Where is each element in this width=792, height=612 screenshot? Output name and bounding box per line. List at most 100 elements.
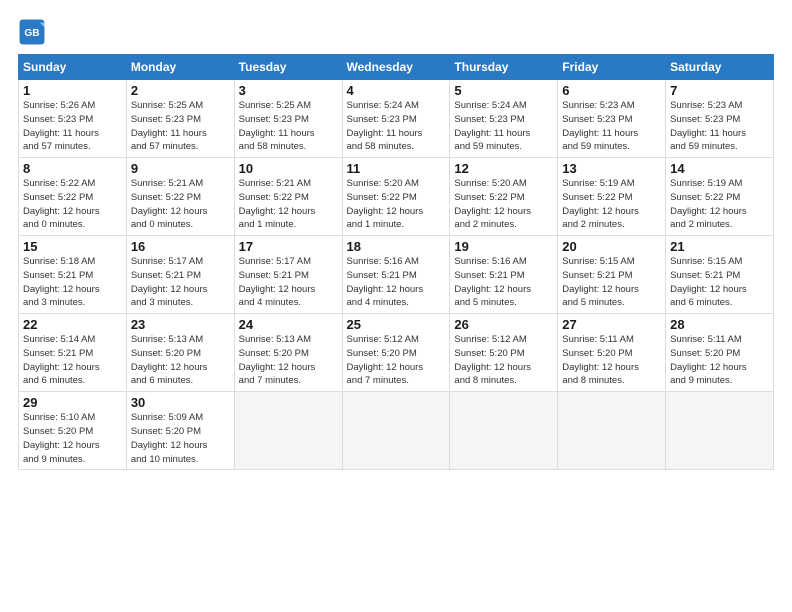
col-header-tuesday: Tuesday	[234, 55, 342, 80]
calendar-cell: 28Sunrise: 5:11 AM Sunset: 5:20 PM Dayli…	[666, 314, 774, 392]
calendar-cell: 19Sunrise: 5:16 AM Sunset: 5:21 PM Dayli…	[450, 236, 558, 314]
day-info: Sunrise: 5:20 AM Sunset: 5:22 PM Dayligh…	[454, 177, 553, 232]
svg-text:GB: GB	[24, 28, 39, 39]
day-info: Sunrise: 5:14 AM Sunset: 5:21 PM Dayligh…	[23, 333, 122, 388]
day-number: 24	[239, 317, 338, 332]
day-info: Sunrise: 5:23 AM Sunset: 5:23 PM Dayligh…	[562, 99, 661, 154]
day-number: 1	[23, 83, 122, 98]
calendar-cell: 16Sunrise: 5:17 AM Sunset: 5:21 PM Dayli…	[126, 236, 234, 314]
calendar-cell: 21Sunrise: 5:15 AM Sunset: 5:21 PM Dayli…	[666, 236, 774, 314]
calendar-cell: 13Sunrise: 5:19 AM Sunset: 5:22 PM Dayli…	[558, 158, 666, 236]
day-number: 4	[347, 83, 446, 98]
calendar-cell: 11Sunrise: 5:20 AM Sunset: 5:22 PM Dayli…	[342, 158, 450, 236]
header-row: GB	[18, 18, 774, 46]
day-info: Sunrise: 5:17 AM Sunset: 5:21 PM Dayligh…	[239, 255, 338, 310]
calendar-cell: 4Sunrise: 5:24 AM Sunset: 5:23 PM Daylig…	[342, 80, 450, 158]
col-header-thursday: Thursday	[450, 55, 558, 80]
col-header-saturday: Saturday	[666, 55, 774, 80]
day-number: 10	[239, 161, 338, 176]
day-number: 28	[670, 317, 769, 332]
col-header-friday: Friday	[558, 55, 666, 80]
calendar-cell: 7Sunrise: 5:23 AM Sunset: 5:23 PM Daylig…	[666, 80, 774, 158]
day-info: Sunrise: 5:11 AM Sunset: 5:20 PM Dayligh…	[562, 333, 661, 388]
day-info: Sunrise: 5:16 AM Sunset: 5:21 PM Dayligh…	[347, 255, 446, 310]
day-number: 19	[454, 239, 553, 254]
week-row-2: 8Sunrise: 5:22 AM Sunset: 5:22 PM Daylig…	[19, 158, 774, 236]
calendar-cell: 8Sunrise: 5:22 AM Sunset: 5:22 PM Daylig…	[19, 158, 127, 236]
col-header-wednesday: Wednesday	[342, 55, 450, 80]
calendar-cell	[666, 392, 774, 470]
week-row-4: 22Sunrise: 5:14 AM Sunset: 5:21 PM Dayli…	[19, 314, 774, 392]
day-info: Sunrise: 5:22 AM Sunset: 5:22 PM Dayligh…	[23, 177, 122, 232]
day-number: 23	[131, 317, 230, 332]
day-number: 14	[670, 161, 769, 176]
calendar-cell: 23Sunrise: 5:13 AM Sunset: 5:20 PM Dayli…	[126, 314, 234, 392]
calendar-cell: 5Sunrise: 5:24 AM Sunset: 5:23 PM Daylig…	[450, 80, 558, 158]
col-header-sunday: Sunday	[19, 55, 127, 80]
day-info: Sunrise: 5:15 AM Sunset: 5:21 PM Dayligh…	[562, 255, 661, 310]
day-number: 7	[670, 83, 769, 98]
day-number: 12	[454, 161, 553, 176]
day-number: 8	[23, 161, 122, 176]
day-info: Sunrise: 5:25 AM Sunset: 5:23 PM Dayligh…	[239, 99, 338, 154]
calendar-cell: 9Sunrise: 5:21 AM Sunset: 5:22 PM Daylig…	[126, 158, 234, 236]
day-info: Sunrise: 5:26 AM Sunset: 5:23 PM Dayligh…	[23, 99, 122, 154]
day-info: Sunrise: 5:09 AM Sunset: 5:20 PM Dayligh…	[131, 411, 230, 466]
logo-icon: GB	[18, 18, 46, 46]
calendar-cell: 26Sunrise: 5:12 AM Sunset: 5:20 PM Dayli…	[450, 314, 558, 392]
col-header-monday: Monday	[126, 55, 234, 80]
day-number: 20	[562, 239, 661, 254]
day-number: 18	[347, 239, 446, 254]
day-info: Sunrise: 5:21 AM Sunset: 5:22 PM Dayligh…	[131, 177, 230, 232]
week-row-5: 29Sunrise: 5:10 AM Sunset: 5:20 PM Dayli…	[19, 392, 774, 470]
day-number: 9	[131, 161, 230, 176]
day-info: Sunrise: 5:13 AM Sunset: 5:20 PM Dayligh…	[239, 333, 338, 388]
calendar-cell	[234, 392, 342, 470]
day-number: 21	[670, 239, 769, 254]
day-info: Sunrise: 5:16 AM Sunset: 5:21 PM Dayligh…	[454, 255, 553, 310]
day-info: Sunrise: 5:24 AM Sunset: 5:23 PM Dayligh…	[347, 99, 446, 154]
calendar-cell: 27Sunrise: 5:11 AM Sunset: 5:20 PM Dayli…	[558, 314, 666, 392]
header-row-days: SundayMondayTuesdayWednesdayThursdayFrid…	[19, 55, 774, 80]
calendar-cell: 29Sunrise: 5:10 AM Sunset: 5:20 PM Dayli…	[19, 392, 127, 470]
calendar-cell	[342, 392, 450, 470]
day-info: Sunrise: 5:11 AM Sunset: 5:20 PM Dayligh…	[670, 333, 769, 388]
day-number: 6	[562, 83, 661, 98]
day-info: Sunrise: 5:17 AM Sunset: 5:21 PM Dayligh…	[131, 255, 230, 310]
calendar-cell: 10Sunrise: 5:21 AM Sunset: 5:22 PM Dayli…	[234, 158, 342, 236]
day-number: 30	[131, 395, 230, 410]
day-info: Sunrise: 5:19 AM Sunset: 5:22 PM Dayligh…	[670, 177, 769, 232]
calendar-cell: 20Sunrise: 5:15 AM Sunset: 5:21 PM Dayli…	[558, 236, 666, 314]
calendar-cell	[450, 392, 558, 470]
calendar-cell: 6Sunrise: 5:23 AM Sunset: 5:23 PM Daylig…	[558, 80, 666, 158]
calendar-cell: 15Sunrise: 5:18 AM Sunset: 5:21 PM Dayli…	[19, 236, 127, 314]
calendar-cell: 24Sunrise: 5:13 AM Sunset: 5:20 PM Dayli…	[234, 314, 342, 392]
day-number: 13	[562, 161, 661, 176]
calendar-cell: 17Sunrise: 5:17 AM Sunset: 5:21 PM Dayli…	[234, 236, 342, 314]
day-number: 26	[454, 317, 553, 332]
calendar-cell: 2Sunrise: 5:25 AM Sunset: 5:23 PM Daylig…	[126, 80, 234, 158]
calendar-cell: 30Sunrise: 5:09 AM Sunset: 5:20 PM Dayli…	[126, 392, 234, 470]
day-number: 22	[23, 317, 122, 332]
day-info: Sunrise: 5:25 AM Sunset: 5:23 PM Dayligh…	[131, 99, 230, 154]
calendar-cell: 22Sunrise: 5:14 AM Sunset: 5:21 PM Dayli…	[19, 314, 127, 392]
day-number: 15	[23, 239, 122, 254]
day-info: Sunrise: 5:15 AM Sunset: 5:21 PM Dayligh…	[670, 255, 769, 310]
calendar-cell: 25Sunrise: 5:12 AM Sunset: 5:20 PM Dayli…	[342, 314, 450, 392]
day-number: 5	[454, 83, 553, 98]
calendar-cell: 3Sunrise: 5:25 AM Sunset: 5:23 PM Daylig…	[234, 80, 342, 158]
calendar-cell: 18Sunrise: 5:16 AM Sunset: 5:21 PM Dayli…	[342, 236, 450, 314]
page-container: GB SundayMondayTuesdayWednesdayThursdayF…	[0, 0, 792, 480]
week-row-1: 1Sunrise: 5:26 AM Sunset: 5:23 PM Daylig…	[19, 80, 774, 158]
day-info: Sunrise: 5:19 AM Sunset: 5:22 PM Dayligh…	[562, 177, 661, 232]
calendar-cell: 14Sunrise: 5:19 AM Sunset: 5:22 PM Dayli…	[666, 158, 774, 236]
day-info: Sunrise: 5:12 AM Sunset: 5:20 PM Dayligh…	[347, 333, 446, 388]
day-info: Sunrise: 5:12 AM Sunset: 5:20 PM Dayligh…	[454, 333, 553, 388]
day-number: 16	[131, 239, 230, 254]
day-info: Sunrise: 5:20 AM Sunset: 5:22 PM Dayligh…	[347, 177, 446, 232]
day-info: Sunrise: 5:13 AM Sunset: 5:20 PM Dayligh…	[131, 333, 230, 388]
calendar-table: SundayMondayTuesdayWednesdayThursdayFrid…	[18, 54, 774, 470]
calendar-cell	[558, 392, 666, 470]
day-info: Sunrise: 5:10 AM Sunset: 5:20 PM Dayligh…	[23, 411, 122, 466]
day-number: 25	[347, 317, 446, 332]
